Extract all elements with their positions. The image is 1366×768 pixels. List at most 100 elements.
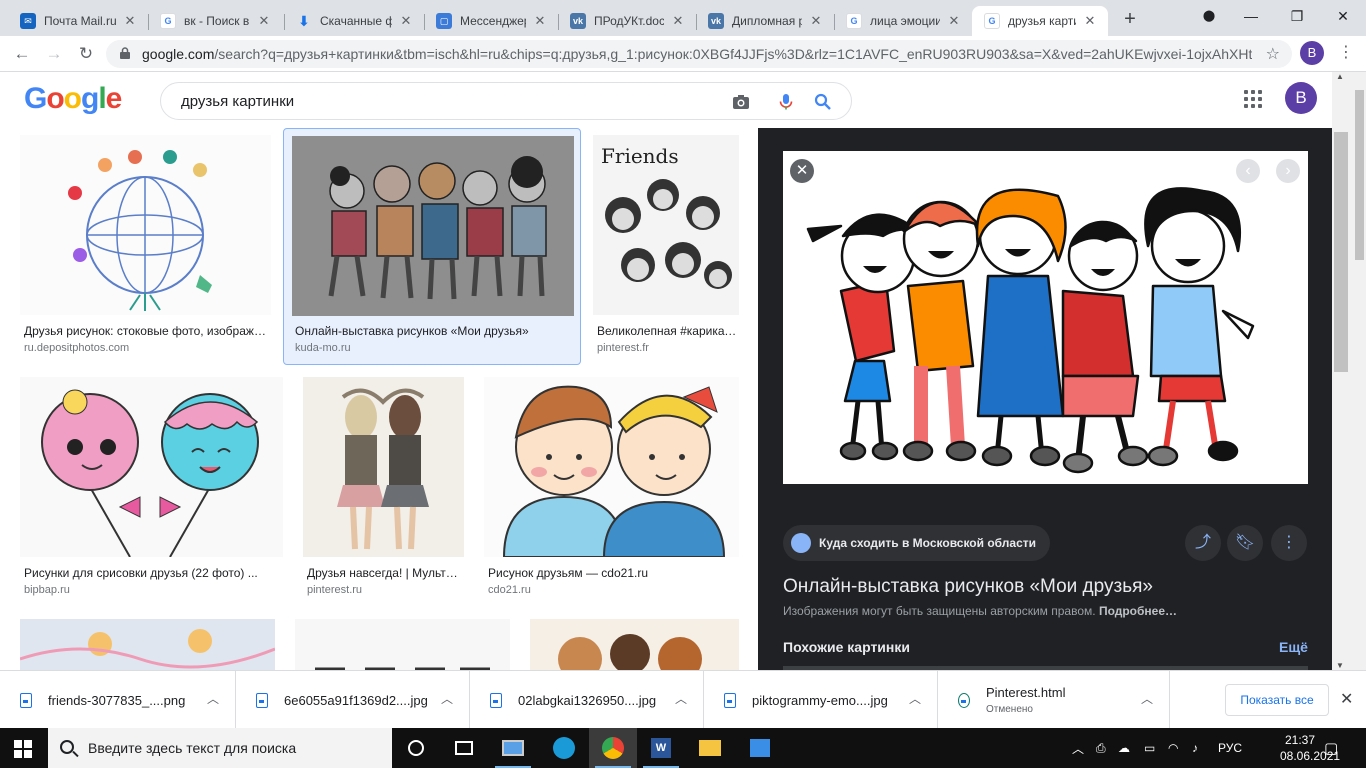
volume-icon[interactable]: ♪	[1192, 728, 1198, 768]
taskbar-search[interactable]: Введите здесь текст для поиска	[48, 728, 392, 768]
chevron-up-icon[interactable]: ︿	[675, 690, 687, 707]
preview-image[interactable]	[783, 151, 1308, 484]
source-chip[interactable]: Куда сходить в Московской области	[783, 525, 1051, 561]
next-image-icon[interactable]: ›	[1276, 159, 1300, 183]
download-item[interactable]: friends-3077835_....png ︿	[0, 671, 236, 729]
close-icon[interactable]: ✕	[946, 13, 962, 29]
result-card-selected[interactable]: Онлайн-выставка рисунков «Мои друзья» ku…	[283, 128, 581, 365]
language-indicator[interactable]: РУС	[1218, 728, 1242, 768]
share-icon[interactable]: ⤴	[1185, 525, 1221, 561]
notifications-icon[interactable]: ▢	[1324, 728, 1338, 768]
result-card[interactable]: Рисунки для срисовки друзья (22 фото) ..…	[20, 377, 283, 607]
scroll-down-icon[interactable]: ▼	[1332, 661, 1348, 670]
download-item[interactable]: Pinterest.html Отменено ︿	[938, 671, 1170, 729]
close-window-button[interactable]: ✕	[1320, 0, 1366, 32]
apps-grid-icon[interactable]	[1244, 90, 1262, 108]
tab-faces-emotions[interactable]: G лица эмоции ✕	[834, 6, 972, 36]
system-clock[interactable]: 21:37 08.06.2021	[1280, 732, 1340, 764]
forward-arrow-icon[interactable]: →	[42, 42, 66, 66]
result-card[interactable]: Friends Великолепная #карикатура pintere…	[593, 135, 739, 363]
camera-icon[interactable]	[731, 92, 751, 112]
tab-vk-search[interactable]: G вк - Поиск в Google ✕	[148, 6, 282, 36]
similar-more-link[interactable]: Ещё	[1279, 639, 1308, 655]
scroll-up-icon[interactable]: ▲	[1332, 72, 1348, 81]
wifi-icon[interactable]: ◠	[1168, 728, 1178, 768]
minimize-button[interactable]: —	[1228, 0, 1274, 32]
bookmark-star-icon[interactable]: ☆	[1266, 44, 1280, 64]
search-box[interactable]: друзья картинки	[160, 82, 852, 120]
download-item[interactable]: 02labgkai1326950....jpg ︿	[470, 671, 704, 729]
edge-icon[interactable]	[540, 728, 588, 768]
windows-start-icon[interactable]	[14, 740, 32, 758]
new-tab-button[interactable]: +	[1118, 8, 1142, 32]
panel-scrollbar[interactable]: ▲ ▼	[1332, 72, 1352, 670]
show-all-downloads-button[interactable]: Показать все	[1225, 684, 1329, 716]
result-thumbnail[interactable]	[20, 135, 271, 315]
result-thumbnail[interactable]	[295, 619, 510, 670]
profile-avatar[interactable]: B	[1300, 41, 1324, 65]
tab-search-button[interactable]: ⬤	[1186, 0, 1232, 32]
result-card[interactable]: Друзья рисунок: стоковые фото, изображен…	[20, 135, 271, 363]
close-icon[interactable]: ✕	[532, 13, 548, 29]
chevron-up-icon[interactable]: ︿	[207, 690, 219, 707]
onedrive-icon[interactable]: ☁	[1118, 728, 1130, 768]
chevron-up-icon[interactable]: ︿	[441, 690, 453, 707]
file-explorer-icon[interactable]	[686, 728, 734, 768]
download-item[interactable]: 6e6055a91f1369d2....jpg ︿	[236, 671, 470, 729]
more-options-icon[interactable]: ⋮	[1271, 525, 1307, 561]
tab-mail[interactable]: ✉ Почта Mail.ru ✕	[8, 6, 148, 36]
result-thumbnail[interactable]	[292, 136, 574, 316]
result-card[interactable]	[295, 619, 510, 670]
restore-button[interactable]: ❐	[1274, 0, 1320, 32]
close-preview-icon[interactable]: ✕	[790, 159, 814, 183]
preview-title[interactable]: Онлайн-выставка рисунков «Мои друзья»	[783, 576, 1153, 598]
result-thumbnail[interactable]	[20, 377, 283, 557]
battery-icon[interactable]: ▭	[1144, 728, 1155, 768]
chrome-icon[interactable]	[589, 728, 637, 768]
close-shelf-icon[interactable]: ✕	[1340, 689, 1353, 709]
photos-icon[interactable]	[736, 728, 784, 768]
chevron-up-icon[interactable]: ︿	[909, 690, 921, 707]
scrollbar-thumb[interactable]	[1334, 132, 1348, 372]
previous-image-icon[interactable]: ‹	[1236, 159, 1260, 183]
result-card[interactable]: Друзья навсегда! | Мультфильм pinterest.…	[303, 377, 464, 607]
result-thumbnail[interactable]	[484, 377, 739, 557]
close-icon[interactable]: ✕	[670, 13, 686, 29]
task-view-icon[interactable]	[440, 728, 488, 768]
search-input[interactable]: друзья картинки	[181, 93, 294, 110]
result-thumbnail[interactable]: Friends	[593, 135, 739, 315]
meet-now-icon[interactable]: ⎙	[1096, 728, 1106, 768]
reload-icon[interactable]: ↻	[74, 42, 98, 66]
address-bar[interactable]: google.com/search?q=друзья+картинки&tbm=…	[106, 40, 1292, 68]
tab-diploma[interactable]: vk Дипломная работа ✕	[696, 6, 834, 36]
close-icon[interactable]: ✕	[1082, 13, 1098, 29]
result-card[interactable]: Рисунок друзьям — cdo21.ru cdo21.ru	[484, 377, 739, 607]
scrollbar-thumb[interactable]	[1355, 90, 1364, 260]
chevron-up-icon[interactable]: ︿	[1141, 690, 1153, 707]
back-arrow-icon[interactable]: ←	[10, 42, 34, 66]
browser-menu-icon[interactable]: ⋮	[1336, 42, 1356, 64]
result-thumbnail[interactable]	[303, 377, 464, 557]
close-icon[interactable]: ✕	[398, 13, 414, 29]
bookmark-icon[interactable]: 🔖︎	[1227, 525, 1263, 561]
result-card[interactable]	[20, 619, 275, 670]
download-item[interactable]: piktogrammy-emo....jpg ︿	[704, 671, 938, 729]
tab-product-docx[interactable]: vk ПРодУКт.docx ✕	[558, 6, 696, 36]
search-icon[interactable]	[813, 92, 833, 112]
close-icon[interactable]: ✕	[122, 13, 138, 29]
close-icon[interactable]: ✕	[808, 13, 824, 29]
tab-friends-pictures[interactable]: G друзья картинки ✕	[972, 6, 1108, 36]
show-hidden-icons[interactable]: ︿	[1072, 728, 1084, 768]
account-avatar[interactable]: B	[1285, 82, 1317, 114]
result-thumbnail[interactable]	[530, 619, 739, 670]
tab-downloads[interactable]: ⬇ Скачанные файлы ✕	[284, 6, 424, 36]
cortana-icon[interactable]	[392, 728, 440, 768]
word-icon[interactable]: W	[637, 728, 685, 768]
tab-messenger[interactable]: ▢ Мессенджер ✕	[424, 6, 558, 36]
remote-desktop-icon[interactable]	[489, 728, 537, 768]
result-card[interactable]	[530, 619, 739, 670]
microphone-icon[interactable]	[776, 92, 796, 112]
result-thumbnail[interactable]	[20, 619, 275, 670]
google-logo[interactable]: Google	[24, 82, 122, 116]
page-scrollbar[interactable]	[1352, 72, 1366, 670]
